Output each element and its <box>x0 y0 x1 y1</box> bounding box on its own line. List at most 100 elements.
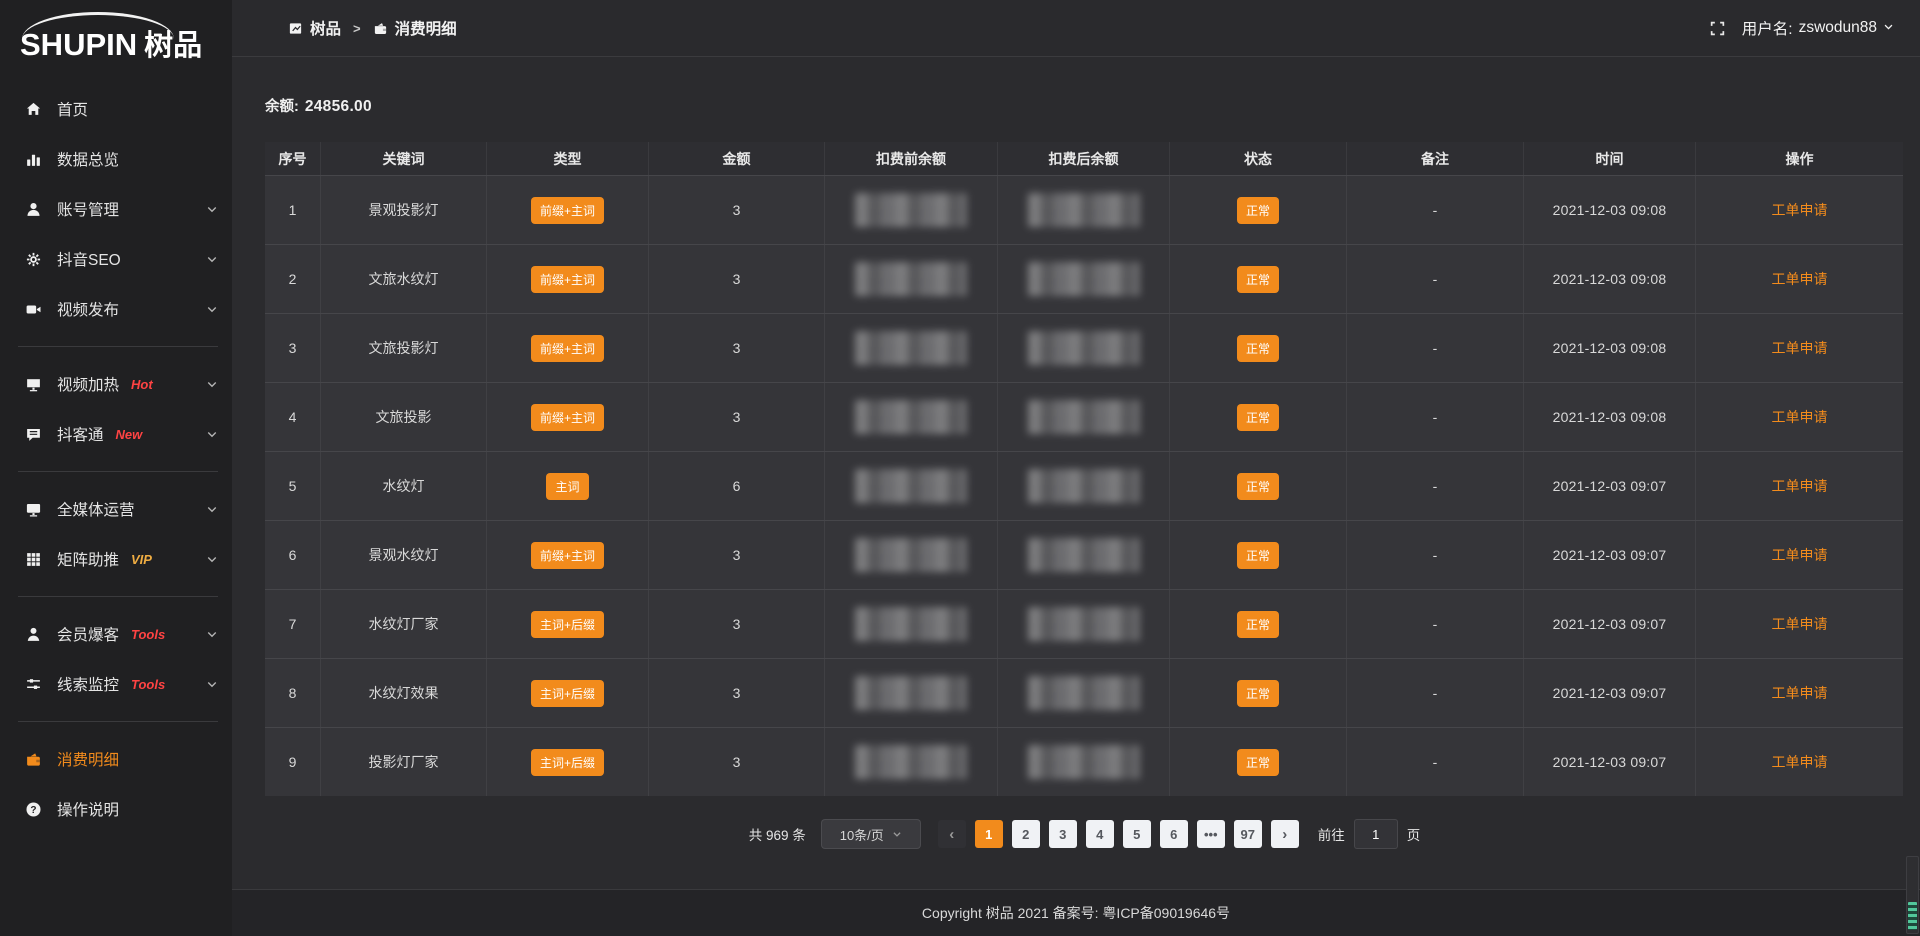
type-badge: 主词+后缀 <box>531 749 604 776</box>
chevron-down-icon <box>1883 19 1894 37</box>
balance-label: 余额: <box>265 99 299 115</box>
next-page-button[interactable]: › <box>1271 820 1299 848</box>
work-order-link[interactable]: 工单申请 <box>1772 407 1828 427</box>
page-button-5[interactable]: 5 <box>1123 820 1151 848</box>
masked-balance <box>855 262 967 296</box>
cell-balance-after <box>998 452 1170 520</box>
breadcrumb-item[interactable]: 树品 <box>288 17 341 39</box>
cell-action: 工单申请 <box>1696 314 1903 382</box>
table-row: 8 水纹灯效果 主词+后缀 3 正常 - 2021-12-03 09:07 工单… <box>265 658 1903 727</box>
masked-balance <box>1028 193 1140 227</box>
sidebar-item-omni-media[interactable]: 全媒体运营 <box>0 484 232 534</box>
cell-balance-after <box>998 590 1170 658</box>
breadcrumb-item[interactable]: 消费明细 <box>373 17 457 39</box>
menu-divider <box>18 596 218 597</box>
cell-balance-after <box>998 659 1170 727</box>
sidebar-item-douyin-seo[interactable]: 抖音SEO <box>0 234 232 284</box>
masked-balance <box>855 676 967 710</box>
masked-balance <box>855 193 967 227</box>
page-button-4[interactable]: 4 <box>1086 820 1114 848</box>
cell-time: 2021-12-03 09:07 <box>1524 521 1696 589</box>
status-badge: 正常 <box>1237 680 1279 707</box>
chevron-down-icon <box>206 303 218 315</box>
table-row: 7 水纹灯厂家 主词+后缀 3 正常 - 2021-12-03 09:07 工单… <box>265 589 1903 658</box>
masked-balance <box>1028 262 1140 296</box>
sidebar-item-data-overview[interactable]: 数据总览 <box>0 134 232 184</box>
page-size-value: 10条/页 <box>840 825 884 844</box>
cell-status: 正常 <box>1170 521 1347 589</box>
page-button-3[interactable]: 3 <box>1049 820 1077 848</box>
pagination: 共 969 条 10条/页 ‹ 123456•••97 › 前往 页 <box>265 819 1904 849</box>
page-size-select[interactable]: 10条/页 <box>821 819 921 849</box>
cell-type: 主词+后缀 <box>487 659 649 727</box>
sidebar-item-video-heat[interactable]: 视频加热 Hot <box>0 359 232 409</box>
masked-balance <box>855 400 967 434</box>
app-window: SHUPIN树品 首页 数据总览 账号管理 抖音SEO 视频发布 视频 <box>0 0 1920 936</box>
sidebar-item-matrix-boost[interactable]: 矩阵助推 VIP <box>0 534 232 584</box>
page-button-2[interactable]: 2 <box>1012 820 1040 848</box>
cell-index: 7 <box>265 590 321 658</box>
type-badge: 前缀+主词 <box>531 335 604 362</box>
chevron-down-icon <box>206 628 218 640</box>
fullscreen-icon[interactable] <box>1709 20 1726 37</box>
work-order-link[interactable]: 工单申请 <box>1772 614 1828 634</box>
cell-remark: - <box>1347 521 1524 589</box>
cell-balance-after <box>998 383 1170 451</box>
user-dropdown[interactable]: 用户名: zswodun88 <box>1742 17 1894 39</box>
work-order-link[interactable]: 工单申请 <box>1772 545 1828 565</box>
cell-keyword: 文旅水纹灯 <box>321 245 487 313</box>
cell-type: 主词+后缀 <box>487 590 649 658</box>
masked-balance <box>1028 469 1140 503</box>
work-order-link[interactable]: 工单申请 <box>1772 200 1828 220</box>
cell-type: 前缀+主词 <box>487 383 649 451</box>
cell-amount: 3 <box>649 590 825 658</box>
status-badge: 正常 <box>1237 473 1279 500</box>
sidebar-item-video-publish[interactable]: 视频发布 <box>0 284 232 334</box>
cell-balance-after <box>998 176 1170 244</box>
sidebar-item-badge: New <box>116 427 143 442</box>
work-order-link[interactable]: 工单申请 <box>1772 269 1828 289</box>
sidebar-item-label: 全媒体运营 <box>57 498 135 520</box>
goto-page-input[interactable] <box>1354 819 1398 849</box>
work-order-link[interactable]: 工单申请 <box>1772 476 1828 496</box>
cell-balance-before <box>825 245 998 313</box>
sidebar-item-douketong[interactable]: 抖客通 New <box>0 409 232 459</box>
svg-text:?: ? <box>30 804 36 815</box>
table-row: 9 投影灯厂家 主词+后缀 3 正常 - 2021-12-03 09:07 工单… <box>265 727 1903 796</box>
chevron-down-icon <box>206 428 218 440</box>
prev-page-button[interactable]: ‹ <box>938 820 966 848</box>
page-ellipsis-button[interactable]: ••• <box>1197 820 1225 848</box>
cell-action: 工单申请 <box>1696 590 1903 658</box>
cell-amount: 3 <box>649 176 825 244</box>
cell-time: 2021-12-03 09:07 <box>1524 590 1696 658</box>
work-order-link[interactable]: 工单申请 <box>1772 752 1828 772</box>
scrollbar-thumb[interactable] <box>1908 902 1917 930</box>
sidebar-item-consume-detail[interactable]: 消费明细 <box>0 734 232 784</box>
table-row: 3 文旅投影灯 前缀+主词 3 正常 - 2021-12-03 09:08 工单… <box>265 313 1903 382</box>
sidebar-item-label: 消费明细 <box>57 748 119 770</box>
cell-amount: 6 <box>649 452 825 520</box>
page-button-6[interactable]: 6 <box>1160 820 1188 848</box>
sidebar-item-member-burst[interactable]: 会员爆客 Tools <box>0 609 232 659</box>
comment-icon <box>24 425 42 443</box>
cell-keyword: 水纹灯厂家 <box>321 590 487 658</box>
cell-type: 前缀+主词 <box>487 521 649 589</box>
column-header: 序号 <box>265 142 321 175</box>
page-button-1[interactable]: 1 <box>975 820 1003 848</box>
sidebar-item-home[interactable]: 首页 <box>0 84 232 134</box>
status-badge: 正常 <box>1237 542 1279 569</box>
column-header: 类型 <box>487 142 649 175</box>
breadcrumb-label: 树品 <box>310 17 341 39</box>
work-order-link[interactable]: 工单申请 <box>1772 338 1828 358</box>
work-order-link[interactable]: 工单申请 <box>1772 683 1828 703</box>
cell-remark: - <box>1347 728 1524 796</box>
page-button-97[interactable]: 97 <box>1234 820 1262 848</box>
table-body: 1 景观投影灯 前缀+主词 3 正常 - 2021-12-03 09:08 工单… <box>265 175 1903 796</box>
sidebar-item-account-management[interactable]: 账号管理 <box>0 184 232 234</box>
video-icon <box>24 300 42 318</box>
cell-remark: - <box>1347 659 1524 727</box>
goto-suffix: 页 <box>1407 824 1421 844</box>
sidebar-item-operation-guide[interactable]: ? 操作说明 <box>0 784 232 834</box>
scrollbar[interactable] <box>1906 856 1919 934</box>
sidebar-item-lead-monitor[interactable]: 线索监控 Tools <box>0 659 232 709</box>
